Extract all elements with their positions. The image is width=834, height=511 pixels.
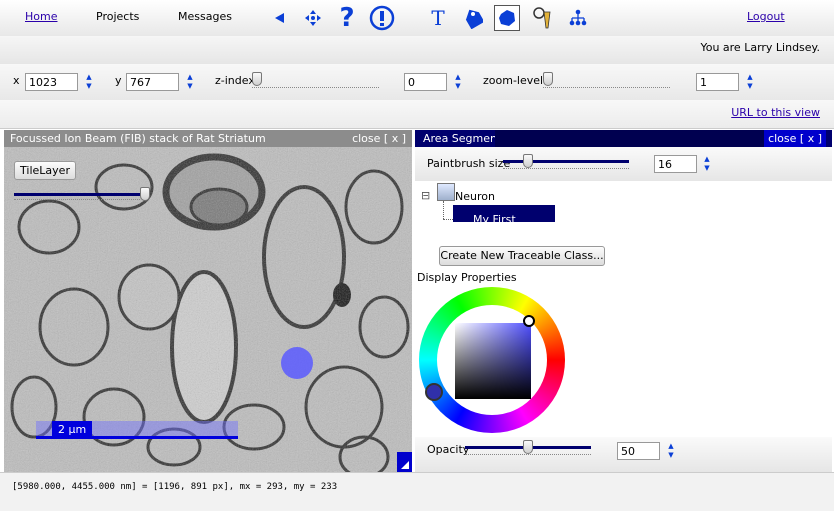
tile-opacity-slider[interactable] (14, 185, 150, 205)
zoom-level-spinner[interactable]: ▲ ▼ (745, 73, 755, 93)
stack-panel-titlebar: Focussed Ion Beam (FIB) stack of Rat Str… (4, 130, 412, 147)
status-coordinates: [5980.000, 4455.000 nm] = [1196, 891 px]… (12, 482, 338, 492)
z-index-spinner[interactable]: ▲ ▼ (453, 73, 463, 93)
brush-size-spinner[interactable]: ▲ ▼ (702, 155, 712, 175)
tile-opacity-slider-handle[interactable] (140, 187, 150, 201)
brush-size-slider-handle[interactable] (523, 154, 533, 168)
url-bar: URL to this view (0, 100, 834, 129)
opacity-spinner[interactable]: ▲ ▼ (666, 442, 676, 462)
status-bar: [5980.000, 4455.000 nm] = [1196, 891 px]… (0, 472, 834, 511)
z-index-label: z-index (215, 74, 255, 87)
home-link[interactable]: Home (25, 10, 57, 23)
z-index-slider[interactable] (252, 72, 379, 94)
saturation-picker-handle[interactable] (523, 315, 535, 327)
y-spinner[interactable]: ▲ ▼ (185, 73, 195, 93)
y-label: y (115, 74, 122, 87)
brush-size-label: Paintbrush size (427, 157, 511, 170)
zoom-level-label: zoom-level (483, 74, 544, 87)
brush-cursor (281, 347, 313, 379)
x-label: x (13, 74, 20, 87)
navigation-bar: x ▲▼ y ▲▼ z-index ▲▼ zoom-level ▲▼ (0, 64, 834, 101)
back-arrow-icon[interactable] (266, 5, 292, 31)
alert-icon[interactable] (369, 5, 395, 31)
zoom-level-input[interactable] (696, 73, 739, 91)
segment-panel: Paintbrush size ▲▼ ⊟ Neuron My First Neu… (415, 147, 832, 472)
menu-bar: Home Projects Messages ? T Logout (0, 0, 834, 37)
y-input[interactable] (126, 73, 179, 91)
stack-panel-title: Focussed Ion Beam (FIB) stack of Rat Str… (10, 132, 266, 145)
zoom-level-slider[interactable] (543, 72, 670, 94)
segment-panel-titlebar: Area Segment close [ x ] (415, 130, 832, 147)
logout-link[interactable]: Logout (747, 10, 785, 23)
segment-panel-close[interactable]: close [ x ] (764, 130, 826, 147)
segment-panel-title: Area Segment (423, 132, 502, 145)
tree-item-my-first-neuron[interactable]: My First Neuron (453, 205, 555, 239)
tree-root-label[interactable]: Neuron (455, 190, 495, 203)
neuron-class-icon (437, 183, 455, 201)
scalebar: 2 µm (36, 421, 238, 439)
url-to-view-link[interactable]: URL to this view (731, 106, 820, 119)
area-segment-icon[interactable] (494, 5, 520, 31)
display-properties-label: Display Properties (417, 271, 517, 284)
hue-picker-handle[interactable] (425, 383, 443, 401)
zoom-level-slider-handle[interactable] (543, 72, 553, 86)
user-bar: You are Larry Lindsey. (0, 36, 834, 65)
create-traceable-class-button[interactable]: Create New Traceable Class... (439, 246, 605, 266)
resize-handle-icon[interactable] (397, 452, 412, 472)
saturation-square[interactable] (455, 323, 531, 399)
opacity-row: Opacity ▲▼ (415, 437, 832, 472)
tag-icon[interactable] (460, 5, 486, 31)
brush-size-input[interactable] (654, 155, 697, 173)
x-input[interactable] (25, 73, 78, 91)
messages-menu[interactable]: Messages (178, 10, 232, 23)
z-index-input[interactable] (404, 73, 447, 91)
opacity-slider[interactable] (465, 440, 591, 462)
pen-tool-icon[interactable] (530, 5, 556, 31)
stack-view[interactable]: TileLayer 2 µm (4, 147, 412, 472)
x-spinner[interactable]: ▲ ▼ (84, 73, 94, 93)
tree-toggle-icon[interactable]: ⊟ (421, 189, 430, 202)
projects-menu[interactable]: Projects (96, 10, 139, 23)
hue-wheel[interactable] (419, 287, 565, 433)
brush-size-slider[interactable] (503, 154, 629, 176)
user-greeting: You are Larry Lindsey. (700, 41, 820, 54)
opacity-label: Opacity (427, 443, 470, 456)
stack-panel-close[interactable]: close [ x ] (352, 132, 406, 145)
opacity-slider-handle[interactable] (523, 440, 533, 454)
help-icon[interactable]: ? (334, 3, 360, 33)
tilelayer-button[interactable]: TileLayer (14, 161, 76, 180)
tree-child-label: My First Neuron (473, 213, 516, 239)
text-tool-icon[interactable]: T (425, 5, 451, 31)
z-index-slider-handle[interactable] (252, 72, 262, 86)
brush-size-row: Paintbrush size ▲▼ (415, 147, 832, 181)
move-crosshair-icon[interactable] (300, 5, 326, 31)
tree-icon[interactable] (565, 5, 591, 31)
opacity-input[interactable] (617, 442, 660, 460)
